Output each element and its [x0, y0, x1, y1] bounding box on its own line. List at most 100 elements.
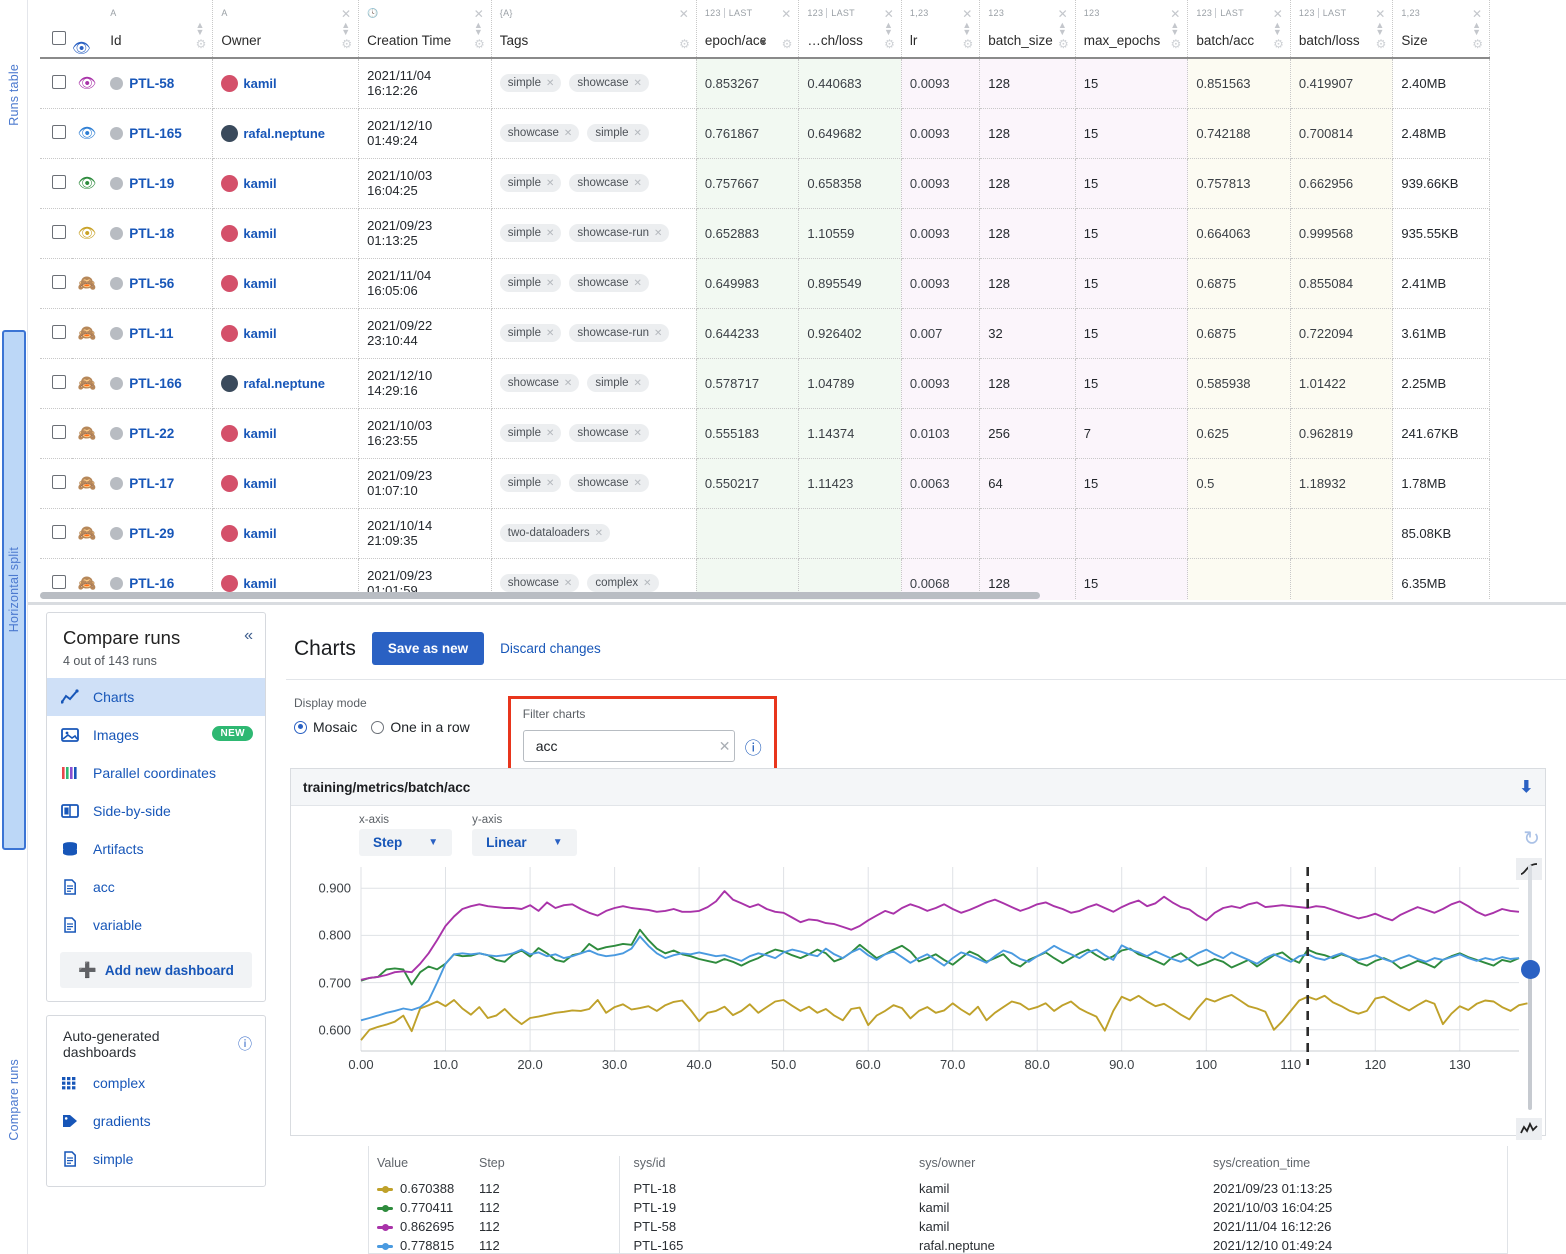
- collapse-panel-button[interactable]: «: [244, 627, 253, 645]
- select-all-checkbox[interactable]: [52, 31, 66, 45]
- legend-row[interactable]: 0.770411 112 PTL-19 kamil 2021/10/03 16:04:2…: [377, 1198, 1507, 1217]
- row-checkbox[interactable]: [52, 374, 66, 389]
- radio-mosaic[interactable]: Mosaic: [294, 719, 357, 735]
- owner-name[interactable]: rafal.neptune: [243, 126, 325, 141]
- sidebar-item-charts[interactable]: Charts: [47, 678, 265, 716]
- header-select-all[interactable]: [40, 0, 73, 59]
- sort-icon[interactable]: ▲ ▼: [1058, 21, 1067, 37]
- gear-icon[interactable]: ⚙: [782, 37, 793, 51]
- sort-icon[interactable]: ▲ ▼: [1273, 21, 1282, 37]
- gear-icon[interactable]: ⚙: [341, 37, 352, 51]
- legend-row[interactable]: 0.862695 112 PTL-58 kamil 2021/11/04 16:12:2…: [377, 1217, 1507, 1236]
- add-new-dashboard-button[interactable]: ➕ Add new dashboard: [60, 952, 252, 988]
- tag-remove-icon[interactable]: ✕: [546, 228, 554, 239]
- owner-name[interactable]: kamil: [243, 76, 276, 91]
- table-row[interactable]: 🙈 PTL-17 kamil 2021/09/23 01:07:10 simple ✕ sh…: [40, 458, 1490, 509]
- header-creation-time[interactable]: 🕓 Creation Time ✕ ▲ ▼ ⚙: [358, 0, 492, 59]
- close-icon[interactable]: ✕: [474, 7, 484, 21]
- run-id-link[interactable]: PTL-18: [129, 226, 174, 241]
- help-icon[interactable]: ⓘ: [238, 1034, 252, 1054]
- header-batch-size[interactable]: 123 batch_size ✕ ▲ ▼ ⚙: [979, 0, 1076, 59]
- close-icon[interactable]: ✕: [1472, 7, 1482, 21]
- visibility-off-icon[interactable]: 🙈: [72, 326, 102, 341]
- gear-icon[interactable]: ⚙: [1058, 37, 1069, 51]
- tag-remove-icon[interactable]: ✕: [643, 578, 651, 589]
- auto-dashboard-item-gradients[interactable]: gradients: [47, 1102, 265, 1140]
- close-icon[interactable]: ✕: [1375, 7, 1385, 21]
- cell-id[interactable]: PTL-19: [102, 158, 214, 209]
- row-checkbox-cell[interactable]: [40, 258, 73, 309]
- visibility-on-icon[interactable]: 👁: [72, 126, 102, 141]
- owner-name[interactable]: kamil: [243, 276, 276, 291]
- header-tags[interactable]: {A} Tags ✕ ⚙: [491, 0, 697, 59]
- y-axis-select[interactable]: Linear ▼: [472, 829, 577, 856]
- tag-remove-icon[interactable]: ✕: [546, 328, 554, 339]
- row-checkbox-cell[interactable]: [40, 58, 73, 109]
- tag-remove-icon[interactable]: ✕: [634, 78, 642, 89]
- gear-icon[interactable]: ⚙: [1273, 37, 1284, 51]
- tag-remove-icon[interactable]: ✕: [564, 378, 572, 389]
- row-checkbox[interactable]: [52, 424, 66, 439]
- sort-icon[interactable]: ▲ ▼: [1375, 21, 1384, 37]
- close-icon[interactable]: ✕: [1273, 7, 1283, 21]
- save-as-new-button[interactable]: Save as new: [371, 632, 485, 665]
- table-row[interactable]: 👁 PTL-58 kamil 2021/11/04 16:12:26 simple ✕ sh…: [40, 58, 1490, 109]
- sidebar-item-variable[interactable]: variable: [47, 906, 265, 944]
- cell-id[interactable]: PTL-29: [102, 508, 214, 559]
- visibility-off-icon[interactable]: 🙈: [72, 276, 102, 291]
- visibility-off-icon[interactable]: 🙈: [72, 426, 102, 441]
- row-visibility-cell[interactable]: 🙈: [72, 408, 103, 459]
- row-visibility-cell[interactable]: 👁: [72, 58, 103, 109]
- owner-name[interactable]: kamil: [243, 326, 276, 341]
- run-id-link[interactable]: PTL-58: [129, 76, 174, 91]
- gear-icon[interactable]: ⚙: [474, 37, 485, 51]
- cell-id[interactable]: PTL-11: [102, 308, 214, 359]
- rail-tab-horizontal-split[interactable]: Horizontal split: [2, 330, 26, 850]
- visibility-on-icon[interactable]: 👁: [72, 76, 102, 91]
- cell-id[interactable]: PTL-56: [102, 258, 214, 309]
- tag-remove-icon[interactable]: ✕: [634, 278, 642, 289]
- scrollbar-thumb[interactable]: [40, 592, 1040, 599]
- row-checkbox[interactable]: [52, 574, 66, 589]
- row-visibility-cell[interactable]: 🙈: [72, 308, 103, 359]
- close-icon[interactable]: ✕: [884, 7, 894, 21]
- visibility-off-icon[interactable]: 🙈: [72, 476, 102, 491]
- cell-id[interactable]: PTL-22: [102, 408, 214, 459]
- owner-name[interactable]: kamil: [243, 426, 276, 441]
- cell-id[interactable]: PTL-17: [102, 458, 214, 509]
- tag-remove-icon[interactable]: ✕: [546, 478, 554, 489]
- row-visibility-cell[interactable]: 🙈: [72, 458, 103, 509]
- sort-icon[interactable]: ▲ ▼: [1472, 21, 1481, 37]
- header-batch-acc[interactable]: 123 LAST batch/acc ✕ ▲ ▼ ⚙: [1187, 0, 1291, 59]
- visibility-off-icon[interactable]: 🙈: [72, 576, 102, 591]
- cell-id[interactable]: PTL-165: [102, 108, 214, 159]
- table-row[interactable]: 🙈 PTL-11 kamil 2021/09/22 23:10:44 simple ✕ sh…: [40, 308, 1490, 359]
- run-id-link[interactable]: PTL-19: [129, 176, 174, 191]
- row-checkbox-cell[interactable]: [40, 408, 73, 459]
- header-batch-loss[interactable]: 123 LAST batch/loss ✕ ▲ ▼ ⚙: [1290, 0, 1394, 59]
- run-id-link[interactable]: PTL-165: [129, 126, 182, 141]
- cell-id[interactable]: PTL-166: [102, 358, 214, 409]
- visibility-off-icon[interactable]: 🙈: [72, 526, 102, 541]
- owner-name[interactable]: kamil: [243, 476, 276, 491]
- radio-one-in-a-row[interactable]: One in a row: [371, 719, 470, 735]
- visibility-on-icon[interactable]: 👁: [72, 226, 102, 241]
- cell-id[interactable]: PTL-18: [102, 208, 214, 259]
- filter-charts-input-wrap[interactable]: ✕: [522, 730, 735, 762]
- row-checkbox-cell[interactable]: [40, 358, 73, 409]
- close-icon[interactable]: ✕: [962, 7, 972, 21]
- cell-id[interactable]: PTL-58: [102, 58, 214, 109]
- sidebar-item-artifacts[interactable]: Artifacts: [47, 830, 265, 868]
- sort-icon[interactable]: ▲ ▼: [195, 21, 204, 37]
- tag-remove-icon[interactable]: ✕: [654, 328, 662, 339]
- header-max-epochs[interactable]: 123 max_epochs ✕ ▲ ▼ ⚙: [1075, 0, 1189, 59]
- row-checkbox-cell[interactable]: [40, 308, 73, 359]
- tag-remove-icon[interactable]: ✕: [595, 528, 603, 539]
- header-id[interactable]: A Id ▲ ▼ ⚙: [102, 0, 214, 59]
- table-row[interactable]: 👁 PTL-165 rafal.neptune 2021/12/10 01:49:24…: [40, 108, 1490, 159]
- owner-name[interactable]: kamil: [243, 526, 276, 541]
- row-checkbox[interactable]: [52, 124, 66, 139]
- table-row[interactable]: 🙈 PTL-29 kamil 2021/10/14 21:09:35 two-datal…: [40, 508, 1490, 559]
- tag-remove-icon[interactable]: ✕: [634, 128, 642, 139]
- reset-zoom-icon[interactable]: ↻: [1523, 826, 1540, 851]
